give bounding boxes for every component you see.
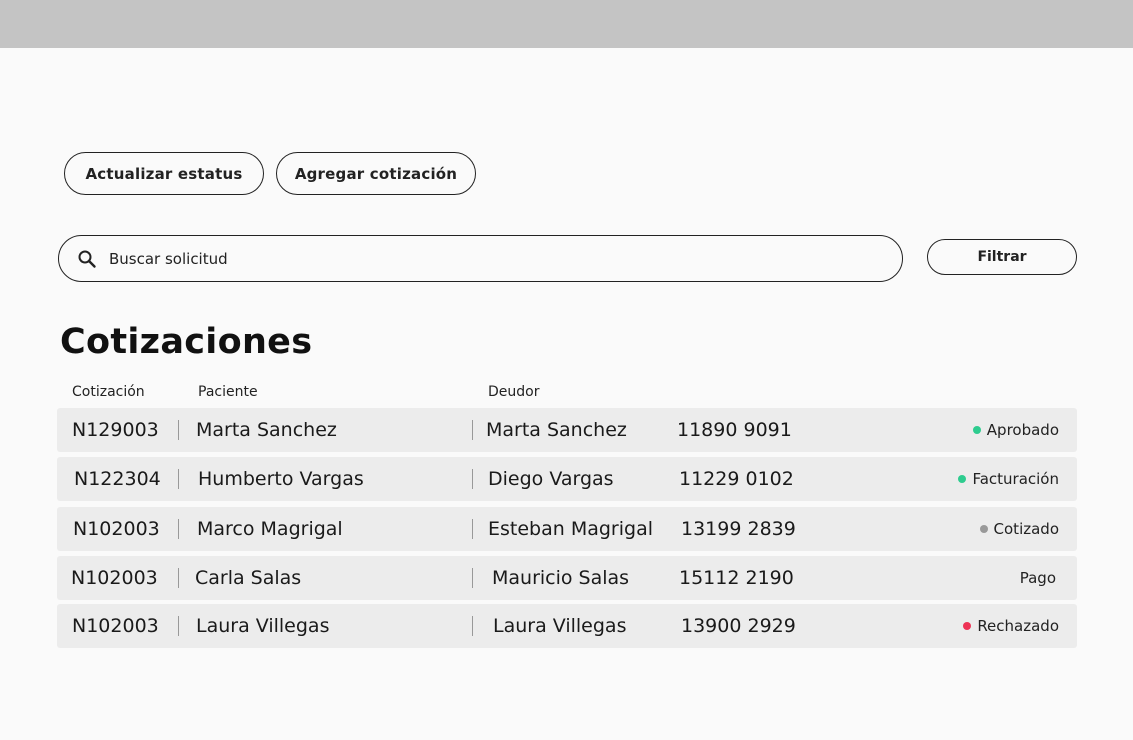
search-value: Buscar solicitud bbox=[109, 249, 228, 268]
quote-id: N122304 bbox=[74, 468, 161, 490]
filter-button[interactable]: Filtrar bbox=[927, 239, 1077, 275]
column-divider bbox=[178, 469, 179, 489]
debtor-name: Laura Villegas bbox=[493, 615, 627, 637]
add-quote-button[interactable]: Agregar cotización bbox=[276, 152, 476, 195]
debtor-name: Esteban Magrigal bbox=[488, 518, 653, 540]
status-label: Pago bbox=[1019, 569, 1056, 587]
status-badge: Aprobado bbox=[972, 421, 1059, 439]
status-badge: Facturación bbox=[958, 470, 1059, 488]
status-dot bbox=[979, 525, 988, 533]
status-dot bbox=[963, 622, 972, 630]
quote-id: N129003 bbox=[72, 419, 159, 441]
phone-number: 11890 9091 bbox=[677, 419, 792, 441]
status-label: Facturación bbox=[972, 470, 1059, 488]
column-header-patient: Paciente bbox=[198, 384, 258, 400]
column-divider bbox=[178, 568, 179, 588]
column-divider bbox=[472, 469, 473, 489]
column-header-quote: Cotización bbox=[72, 384, 145, 400]
top-bar bbox=[0, 0, 1133, 48]
status-dot bbox=[958, 475, 967, 483]
table-row[interactable]: N129003 Marta Sanchez Marta Sanchez 1189… bbox=[57, 408, 1077, 452]
status-badge: Pago bbox=[1020, 569, 1056, 587]
column-divider bbox=[472, 519, 473, 539]
phone-number: 15112 2190 bbox=[679, 567, 794, 589]
phone-number: 13900 2929 bbox=[681, 615, 796, 637]
patient-name: Laura Villegas bbox=[196, 615, 330, 637]
quote-id: N102003 bbox=[71, 567, 158, 589]
column-divider bbox=[472, 420, 473, 440]
debtor-name: Diego Vargas bbox=[488, 468, 614, 490]
status-label: Aprobado bbox=[986, 421, 1059, 439]
column-divider bbox=[472, 568, 473, 588]
column-divider bbox=[178, 519, 179, 539]
status-label: Rechazado bbox=[977, 617, 1059, 635]
column-divider bbox=[472, 616, 473, 636]
column-header-debtor: Deudor bbox=[488, 384, 540, 400]
status-badge: Cotizado bbox=[979, 520, 1059, 538]
update-status-button[interactable]: Actualizar estatus bbox=[64, 152, 264, 195]
status-badge: Rechazado bbox=[963, 617, 1059, 635]
table-row[interactable]: N102003 Carla Salas Mauricio Salas 15112… bbox=[57, 556, 1077, 600]
debtor-name: Marta Sanchez bbox=[486, 419, 627, 441]
status-dot bbox=[972, 426, 981, 434]
table-row[interactable]: N122304 Humberto Vargas Diego Vargas 112… bbox=[57, 457, 1077, 501]
patient-name: Marta Sanchez bbox=[196, 419, 337, 441]
patient-name: Carla Salas bbox=[195, 567, 302, 589]
column-divider bbox=[178, 420, 179, 440]
search-icon bbox=[77, 248, 99, 270]
patient-name: Humberto Vargas bbox=[198, 468, 364, 490]
search-input[interactable]: Buscar solicitud bbox=[58, 235, 903, 282]
phone-number: 13199 2839 bbox=[681, 518, 796, 540]
quote-id: N102003 bbox=[73, 518, 160, 540]
table-row[interactable]: N102003 Marco Magrigal Esteban Magrigal … bbox=[57, 507, 1077, 551]
table-row[interactable]: N102003 Laura Villegas Laura Villegas 13… bbox=[57, 604, 1077, 648]
debtor-name: Mauricio Salas bbox=[492, 567, 630, 589]
quote-id: N102003 bbox=[72, 615, 159, 637]
patient-name: Marco Magrigal bbox=[197, 518, 343, 540]
phone-number: 11229 0102 bbox=[679, 468, 794, 490]
column-divider bbox=[178, 616, 179, 636]
status-label: Cotizado bbox=[993, 520, 1059, 538]
page-title: Cotizaciones bbox=[60, 322, 313, 362]
